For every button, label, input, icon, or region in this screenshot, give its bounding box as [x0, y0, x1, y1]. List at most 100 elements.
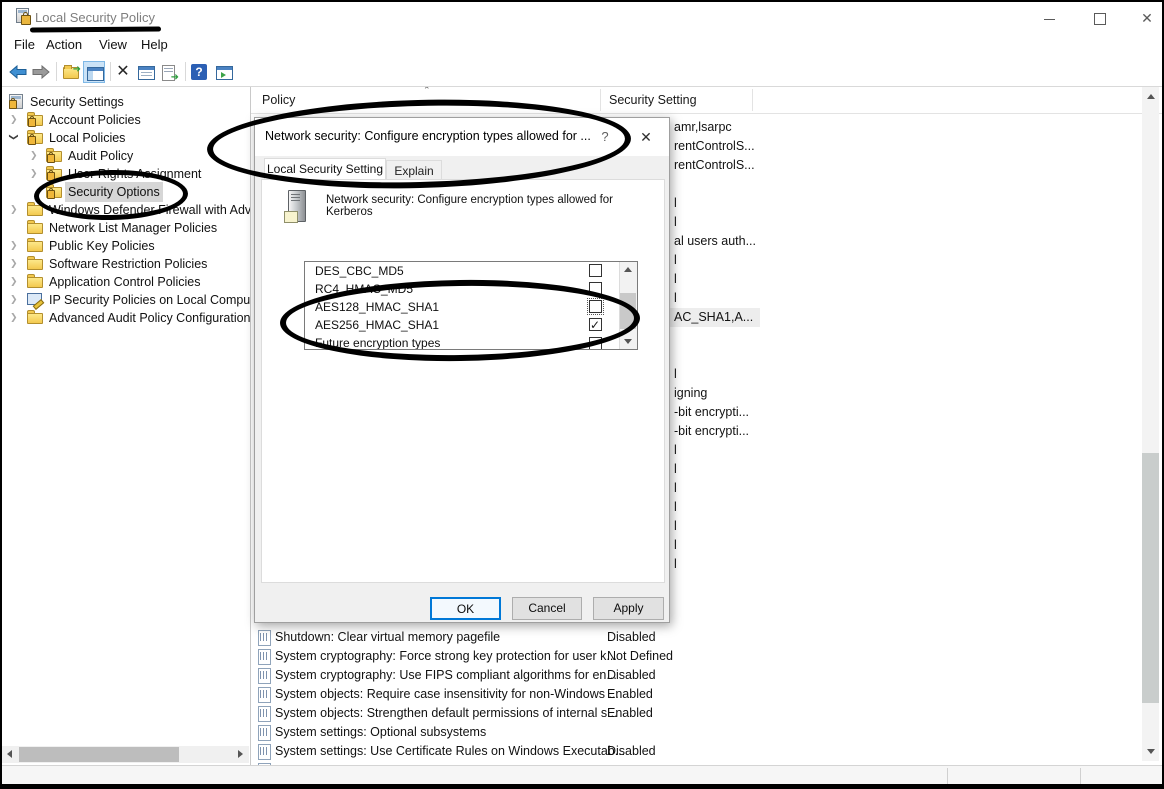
policy-row[interactable]: System cryptography: Force strong key pr…: [251, 647, 1162, 666]
clipped-setting: al users auth...: [670, 232, 756, 251]
cancel-button[interactable]: Cancel: [512, 597, 582, 620]
policy-name: System objects: Strengthen default permi…: [275, 704, 618, 723]
encryption-options-list: DES_CBC_MD5 RC4_HMAC_MD5 AES128_HMAC_SHA…: [304, 261, 638, 350]
properties-icon: [138, 66, 155, 80]
window-bottom-border: [2, 784, 1162, 787]
chevron-right-icon[interactable]: [10, 111, 22, 127]
checkbox[interactable]: [589, 337, 602, 350]
policy-icon: [258, 649, 271, 665]
policy-row[interactable]: System settings: Optional subsystems: [251, 723, 1162, 742]
policy-name: System settings: Optional subsystems: [275, 723, 486, 742]
chevron-right-icon[interactable]: [10, 201, 22, 217]
option-row[interactable]: RC4_HMAC_MD5: [305, 280, 637, 298]
clipped-setting: amr,lsarpc: [670, 118, 732, 137]
console-lock-icon: [8, 93, 25, 109]
policy-row[interactable]: Shutdown: Clear virtual memory pagefile …: [251, 628, 1162, 647]
sort-ascending-icon: [423, 87, 435, 93]
scroll-down-arrow[interactable]: [1142, 743, 1159, 760]
scrollbar-thumb[interactable]: [1142, 453, 1159, 703]
policy-row[interactable]: System objects: Require case insensitivi…: [251, 685, 1162, 704]
menu-file[interactable]: File: [14, 37, 35, 52]
policy-icon: [258, 706, 271, 722]
scroll-down-arrow[interactable]: [620, 334, 637, 349]
list-vertical-scrollbar[interactable]: [1142, 87, 1159, 761]
tree-item-label: Software Restriction Policies: [46, 254, 210, 274]
back-button[interactable]: [7, 61, 29, 83]
maximize-button[interactable]: [1084, 8, 1114, 28]
minimize-button[interactable]: [1034, 8, 1064, 28]
chevron-right-icon[interactable]: [30, 147, 42, 163]
scroll-up-arrow[interactable]: [620, 262, 637, 277]
dialog-help-icon[interactable]: [593, 126, 617, 148]
chevron-right-icon[interactable]: [10, 255, 22, 271]
close-button[interactable]: [1132, 8, 1162, 28]
clipped-setting: l: [670, 194, 677, 213]
chevron-right-icon[interactable]: [30, 165, 42, 181]
option-row[interactable]: Future encryption types: [305, 334, 637, 350]
ok-button[interactable]: OK: [430, 597, 501, 620]
policy-icon: [258, 725, 271, 741]
column-divider[interactable]: [600, 89, 601, 111]
apply-button[interactable]: Apply: [593, 597, 664, 620]
new-window-button[interactable]: [213, 61, 235, 83]
checkbox[interactable]: [589, 300, 602, 313]
policy-setting: Enabled: [607, 704, 653, 723]
console-tree-icon: [87, 67, 104, 81]
tab-local-security-setting[interactable]: Local Security Setting: [264, 158, 386, 179]
tree-item-label: Network List Manager Policies: [46, 218, 220, 238]
tab-explain[interactable]: Explain: [386, 160, 442, 181]
option-row[interactable]: AES128_HMAC_SHA1: [305, 298, 637, 316]
policy-row[interactable]: System objects: Strengthen default permi…: [251, 704, 1162, 723]
policy-row[interactable]: System cryptography: Use FIPS compliant …: [251, 666, 1162, 685]
scrollbar-thumb[interactable]: [620, 293, 636, 329]
ip-security-icon: [27, 291, 44, 307]
column-policy[interactable]: Policy: [262, 93, 295, 107]
show-console-tree-button[interactable]: [83, 61, 105, 83]
chevron-right-icon[interactable]: [10, 309, 22, 325]
scroll-up-arrow[interactable]: [1142, 88, 1159, 105]
chevron-right-icon[interactable]: [10, 237, 22, 253]
export-settings-button[interactable]: [60, 61, 82, 83]
checkbox[interactable]: [589, 264, 602, 277]
policy-row[interactable]: System settings: Use Certificate Rules o…: [251, 742, 1162, 761]
column-divider[interactable]: [752, 89, 753, 111]
clipped-setting: [670, 327, 674, 346]
scroll-right-arrow[interactable]: [232, 746, 249, 763]
help-button[interactable]: [188, 61, 210, 83]
menu-help[interactable]: Help: [141, 37, 168, 52]
option-row[interactable]: DES_CBC_MD5: [305, 262, 637, 280]
forward-button[interactable]: [30, 61, 52, 83]
scroll-left-arrow[interactable]: [2, 746, 19, 763]
tree-horizontal-scrollbar[interactable]: [2, 746, 249, 763]
clipped-setting: l: [670, 498, 677, 517]
export-list-button[interactable]: [158, 61, 180, 83]
chevron-down-icon[interactable]: [10, 129, 22, 145]
options-scrollbar[interactable]: [619, 262, 637, 349]
export-list-icon: [162, 65, 175, 81]
app-icon-lock: [21, 15, 31, 25]
dialog-close-icon[interactable]: [631, 126, 661, 148]
menu-view[interactable]: View: [99, 37, 127, 52]
checkbox[interactable]: [589, 282, 602, 295]
checkbox[interactable]: [589, 318, 602, 331]
minimize-icon: [1044, 19, 1055, 20]
dialog-title: Network security: Configure encryption t…: [265, 129, 591, 143]
clipped-setting: l: [670, 365, 677, 384]
menu-action[interactable]: Action: [46, 37, 82, 52]
chevron-right-icon[interactable]: [10, 291, 22, 307]
policy-name: System settings: Use Certificate Rules o…: [275, 742, 625, 761]
close-icon: [1132, 8, 1162, 28]
list-header: Policy Security Setting: [251, 87, 1162, 114]
folder-lock-icon: [46, 165, 63, 181]
dialog-tab-page: Network security: Configure encryption t…: [261, 179, 665, 583]
clipped-setting: l: [670, 536, 677, 555]
properties-button[interactable]: [135, 61, 157, 83]
delete-button[interactable]: [112, 61, 134, 83]
down-triangle-icon: [1147, 749, 1155, 754]
option-row[interactable]: AES256_HMAC_SHA1: [305, 316, 637, 334]
chevron-right-icon[interactable]: [10, 273, 22, 289]
folder-icon: [27, 309, 44, 325]
toolbar-separator: [185, 62, 186, 81]
column-security-setting[interactable]: Security Setting: [609, 93, 697, 107]
scrollbar-thumb[interactable]: [19, 747, 179, 762]
